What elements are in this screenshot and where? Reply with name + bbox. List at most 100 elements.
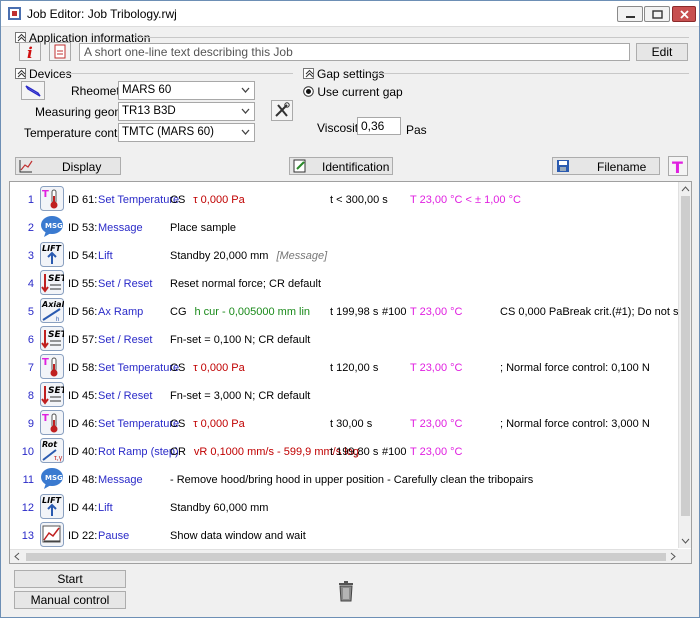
step-row[interactable]: 4 SET ID 55:Set / Reset Reset normal force;…	[10, 269, 680, 297]
svg-text:T: T	[42, 189, 49, 200]
tools-button[interactable]	[271, 100, 293, 121]
info-button[interactable]: i	[19, 42, 41, 62]
step-duration: t < 300,00 s	[330, 194, 388, 206]
step-name[interactable]: Set Temperature	[98, 194, 179, 206]
svg-text:T: T	[672, 158, 683, 175]
trash-icon	[339, 581, 353, 602]
set-reset-icon: SET	[40, 326, 68, 351]
step-name[interactable]: Lift	[98, 250, 113, 262]
display-button[interactable]: Display	[15, 157, 121, 175]
step-row[interactable]: 9 T ID 46: Set Temperature CS τ 0,000 Pa t 30,…	[10, 409, 680, 437]
step-duration: t 199,98 s	[330, 306, 379, 318]
minimize-button[interactable]	[617, 6, 643, 22]
maximize-icon	[652, 10, 663, 19]
step-id: ID 58:	[68, 362, 98, 374]
step-row[interactable]: 6 SET ID 57:Set / Reset Fn-set = 0,100 N; C…	[10, 325, 680, 353]
step-parameters: CG h cur - 0,005000 mm lin	[170, 306, 310, 318]
step-id: ID 40:	[68, 446, 98, 458]
step-number: 12	[21, 502, 34, 514]
step-row[interactable]: 7 T ID 58: Set Temperature CS τ 0,000 Pa t 120…	[10, 353, 680, 381]
svg-text:Rot: Rot	[42, 440, 58, 449]
devices-header[interactable]: Devices	[15, 67, 72, 81]
step-number: 6	[27, 334, 34, 346]
text-button[interactable]: T	[668, 156, 688, 177]
gap-settings-header[interactable]: Gap settings	[303, 67, 384, 81]
step-param-secondary: τ 0,000 Pa	[193, 194, 245, 206]
job-editor-window: Job Editor: Job Tribology.rwj Applicatio…	[0, 0, 700, 618]
step-parameters: CS τ 0,000 Pa	[170, 418, 245, 430]
step-param-primary: Place sample	[170, 222, 237, 234]
close-button[interactable]	[672, 6, 696, 22]
step-row[interactable]: 8 SET ID 45:Set / Reset Fn-set = 3,000 N; C…	[10, 381, 680, 409]
step-row[interactable]: 2 MSG ID 53: Message Place sample	[10, 213, 680, 241]
step-name[interactable]: Ax Ramp	[98, 306, 143, 318]
scroll-left-icon	[14, 552, 20, 561]
step-parameters: Show data window and wait	[170, 530, 306, 542]
measuring-geometry-select[interactable]: TR13 B3D	[118, 102, 255, 121]
use-current-gap-radio[interactable]: Use current gap	[303, 85, 403, 99]
step-name[interactable]: Set / Reset	[98, 390, 152, 402]
step-row[interactable]: 10 Rot τ,γ ID 40: Rot Ramp (step) CR vR 0,1000…	[10, 437, 680, 465]
step-number: 10	[21, 446, 34, 458]
rheometer-select[interactable]: MARS 60	[118, 81, 255, 100]
info-icon: i	[27, 44, 33, 62]
step-name[interactable]: Set / Reset	[98, 278, 152, 290]
pdf-button[interactable]	[49, 42, 71, 61]
filename-button[interactable]: Filename	[552, 157, 660, 175]
step-row[interactable]: 1 T ID 61: Set Temperature CS τ 0,000 Pa t < 3…	[10, 185, 680, 213]
step-parameters: Standby 20,000 mm [Message]	[170, 250, 327, 262]
step-param-secondary: h cur - 0,005000 mm lin	[194, 306, 311, 318]
step-id: ID 46:	[68, 418, 98, 430]
identification-label: Identification	[322, 160, 390, 174]
step-parameters: - Remove hood/bring hood in upper positi…	[170, 474, 533, 486]
temperature-controller-select[interactable]: TMTC (MARS 60)	[118, 123, 255, 142]
vertical-scrollbar[interactable]	[678, 182, 691, 548]
viscosity-input[interactable]: 0,36	[357, 117, 401, 135]
step-param-primary: CS	[170, 194, 186, 206]
step-name[interactable]: Pause	[98, 530, 129, 542]
svg-text:T: T	[42, 357, 49, 368]
svg-text:LIFT: LIFT	[42, 244, 62, 253]
vertical-scroll-thumb[interactable]	[681, 196, 690, 516]
step-number: 7	[27, 362, 34, 374]
step-id: ID 45:	[68, 390, 98, 402]
step-name[interactable]: Lift	[98, 502, 113, 514]
step-row[interactable]: 11 MSG ID 48: Message - Remove hood/bring ho…	[10, 465, 680, 493]
svg-text:SET: SET	[48, 274, 64, 284]
step-param-primary: CR	[170, 446, 186, 458]
step-name[interactable]: Set Temperature	[98, 362, 179, 374]
viscosity-unit: Pas	[406, 123, 427, 137]
horizontal-scroll-thumb[interactable]	[26, 553, 666, 561]
horizontal-scrollbar[interactable]	[10, 549, 680, 563]
step-name[interactable]: Set / Reset	[98, 334, 152, 346]
manual-control-button[interactable]: Manual control	[14, 591, 126, 609]
job-steps-list[interactable]: 1 T ID 61: Set Temperature CS τ 0,000 Pa t < 3…	[9, 181, 692, 564]
step-row[interactable]: 13 ID 22: Pause Show data window and wait	[10, 521, 680, 549]
step-row[interactable]: 12 LIFT ID 44: Lift Standby 60,000 mm	[10, 493, 680, 521]
step-parameters: Place sample	[170, 222, 236, 234]
text-t-icon: T	[672, 158, 683, 177]
step-name[interactable]: Message	[98, 474, 143, 486]
step-row[interactable]: 3 LIFT ID 54: Lift Standby 20,000 mm [Message…	[10, 241, 680, 269]
step-number: 8	[27, 390, 34, 402]
step-id: ID 57:	[68, 334, 98, 346]
display-label: Display	[62, 160, 102, 174]
rheometer-value: MARS 60	[122, 84, 172, 96]
step-name[interactable]: Rot Ramp (step)	[98, 446, 179, 458]
step-name[interactable]: Message	[98, 222, 143, 234]
minimize-icon	[626, 16, 635, 18]
job-description-input[interactable]: A short one-line text describing this Jo…	[79, 43, 630, 61]
identification-button[interactable]: Identification	[289, 157, 393, 175]
step-id: ID 56:	[68, 306, 98, 318]
delete-button[interactable]	[337, 580, 355, 602]
device-config-button[interactable]	[21, 81, 45, 100]
lift-icon: LIFT	[40, 242, 64, 267]
edit-button[interactable]: Edit	[636, 43, 688, 61]
set-reset-icon: SET	[40, 270, 68, 295]
svg-text:h: h	[56, 317, 59, 323]
step-row[interactable]: 5 Axial h ID 56: Ax Ramp CG h cur - 0,005000 m…	[10, 297, 691, 325]
step-id: ID 44:	[68, 502, 98, 514]
step-name[interactable]: Set Temperature	[98, 418, 179, 430]
start-button[interactable]: Start	[14, 570, 126, 588]
maximize-button[interactable]	[644, 6, 670, 22]
